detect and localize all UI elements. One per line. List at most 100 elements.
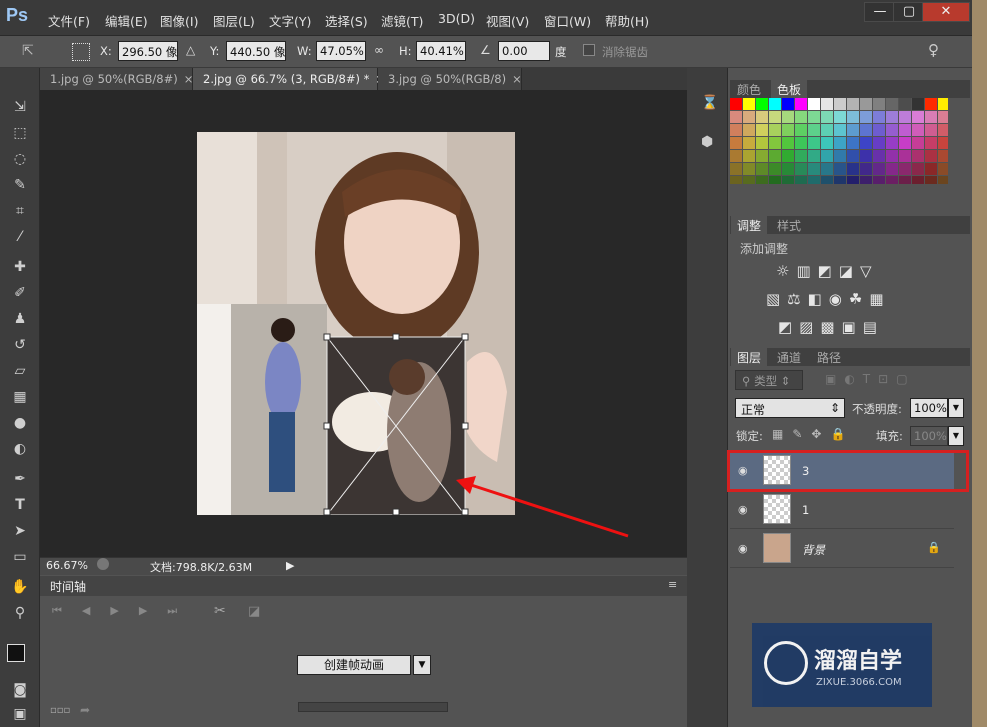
swatch[interactable] bbox=[886, 111, 898, 123]
x-field[interactable]: 296.50 像 bbox=[118, 41, 178, 61]
swatch[interactable] bbox=[821, 111, 833, 123]
layer-row-background[interactable]: ◉ 背景 🔒 bbox=[730, 530, 954, 568]
swatch[interactable] bbox=[782, 150, 794, 162]
swatch[interactable] bbox=[743, 137, 755, 149]
swatch[interactable] bbox=[756, 176, 768, 188]
swatch[interactable] bbox=[756, 137, 768, 149]
swatch[interactable] bbox=[860, 137, 872, 149]
angle-field[interactable]: 0.00 bbox=[498, 41, 550, 61]
lock-icons[interactable]: ▦✎✥🔒 bbox=[772, 427, 854, 441]
swatch[interactable] bbox=[782, 124, 794, 136]
swatch[interactable] bbox=[821, 124, 833, 136]
swatch[interactable] bbox=[873, 98, 885, 110]
swatch[interactable] bbox=[834, 98, 846, 110]
swatch[interactable] bbox=[912, 150, 924, 162]
layer-filter-icons[interactable]: ▣◐T⊡▢ bbox=[825, 372, 916, 386]
swatch[interactable] bbox=[769, 150, 781, 162]
swatch[interactable] bbox=[912, 137, 924, 149]
stamp-tool-icon[interactable]: ♟ bbox=[9, 310, 31, 328]
screen-mode-icon[interactable]: ▣ bbox=[9, 705, 31, 723]
swatch[interactable] bbox=[743, 124, 755, 136]
swatch[interactable] bbox=[834, 137, 846, 149]
quick-select-tool-icon[interactable]: ✎ bbox=[9, 176, 31, 194]
swatch[interactable] bbox=[938, 111, 950, 123]
swatch[interactable] bbox=[756, 98, 768, 110]
swatch[interactable] bbox=[782, 111, 794, 123]
eyedropper-tool-icon[interactable]: ⁄ bbox=[9, 228, 31, 246]
swatch[interactable] bbox=[938, 163, 950, 175]
tab-channels[interactable]: 通道 bbox=[771, 348, 807, 366]
swatch[interactable] bbox=[743, 98, 755, 110]
adjustment-icons-row1[interactable]: ☼▥◩◪▽ bbox=[776, 262, 879, 280]
transition-icon[interactable]: ◪ bbox=[248, 604, 260, 619]
status-menu-arrow-icon[interactable]: ▶ bbox=[286, 559, 294, 572]
swatch[interactable] bbox=[860, 176, 872, 188]
healing-brush-icon[interactable]: ✚ bbox=[9, 258, 31, 276]
scissors-icon[interactable]: ✂ bbox=[214, 603, 226, 619]
swatch[interactable] bbox=[795, 176, 807, 188]
menu-window[interactable]: 窗口(W) bbox=[544, 11, 591, 30]
zoom-tool-icon[interactable]: ⚲ bbox=[9, 604, 31, 622]
create-frame-animation-button[interactable]: 创建帧动画 bbox=[297, 655, 411, 675]
menu-help[interactable]: 帮助(H) bbox=[605, 11, 649, 30]
swatch[interactable] bbox=[873, 111, 885, 123]
pen-tool-icon[interactable]: ✒ bbox=[9, 470, 31, 488]
chevron-down-icon[interactable]: ▼ bbox=[948, 426, 964, 446]
swatch[interactable] bbox=[847, 137, 859, 149]
layer-name[interactable]: 背景 bbox=[802, 542, 825, 558]
swatch[interactable] bbox=[782, 137, 794, 149]
swatch[interactable] bbox=[730, 163, 742, 175]
menu-layer[interactable]: 图层(L) bbox=[213, 11, 255, 30]
swatch[interactable] bbox=[899, 124, 911, 136]
swatch[interactable] bbox=[847, 124, 859, 136]
swatch[interactable] bbox=[782, 176, 794, 188]
swatch-grid[interactable] bbox=[730, 98, 950, 188]
tab-adjustments[interactable]: 调整 bbox=[731, 216, 768, 234]
adjustment-icons-row3[interactable]: ◩▨▩▣▤ bbox=[778, 318, 884, 336]
history-panel-icon[interactable]: ⌛ bbox=[701, 95, 718, 111]
menu-select[interactable]: 选择(S) bbox=[325, 11, 368, 30]
blend-mode-select[interactable]: 正常 ⇕ bbox=[735, 398, 845, 418]
frames-icon[interactable]: ▫▫▫ bbox=[50, 705, 70, 716]
chevron-down-icon[interactable]: ▼ bbox=[413, 655, 431, 675]
swatch[interactable] bbox=[743, 111, 755, 123]
swatch[interactable] bbox=[821, 176, 833, 188]
menu-type[interactable]: 文字(Y) bbox=[269, 11, 311, 30]
swatch[interactable] bbox=[808, 124, 820, 136]
convert-icon[interactable]: ➦ bbox=[80, 703, 90, 717]
opacity-field[interactable]: 100% bbox=[910, 398, 948, 418]
minimize-button[interactable]: — bbox=[864, 2, 896, 22]
menu-3d[interactable]: 3D(D) bbox=[438, 11, 475, 26]
close-button[interactable]: ✕ bbox=[922, 2, 970, 22]
swatch[interactable] bbox=[769, 137, 781, 149]
tab-color[interactable]: 颜色 bbox=[731, 80, 767, 98]
swatch[interactable] bbox=[912, 98, 924, 110]
swatch[interactable] bbox=[795, 137, 807, 149]
swatch[interactable] bbox=[912, 163, 924, 175]
close-icon[interactable]: × bbox=[512, 72, 522, 86]
swatch[interactable] bbox=[938, 176, 950, 188]
swatch[interactable] bbox=[873, 137, 885, 149]
menu-image[interactable]: 图像(I) bbox=[160, 11, 198, 30]
swatch[interactable] bbox=[821, 150, 833, 162]
swatch[interactable] bbox=[769, 98, 781, 110]
reference-point-icon[interactable] bbox=[72, 43, 90, 61]
swatch[interactable] bbox=[808, 150, 820, 162]
playback-controls[interactable]: ⏮◀▶▶⏭ bbox=[52, 604, 197, 618]
workspace-icon[interactable]: ♀ bbox=[928, 41, 939, 59]
menu-edit[interactable]: 编辑(E) bbox=[105, 11, 148, 30]
swatch[interactable] bbox=[899, 176, 911, 188]
brush-tool-icon[interactable]: ✐ bbox=[9, 284, 31, 302]
swatch[interactable] bbox=[834, 176, 846, 188]
maximize-button[interactable]: ▢ bbox=[893, 2, 925, 22]
blur-tool-icon[interactable]: ● bbox=[9, 414, 31, 432]
swatch[interactable] bbox=[886, 150, 898, 162]
swatch[interactable] bbox=[899, 163, 911, 175]
swatch[interactable] bbox=[938, 150, 950, 162]
swatch[interactable] bbox=[821, 98, 833, 110]
document-canvas[interactable] bbox=[197, 132, 515, 515]
swatch[interactable] bbox=[782, 98, 794, 110]
h-field[interactable]: 40.41% bbox=[416, 41, 466, 61]
chevron-down-icon[interactable]: ▼ bbox=[948, 398, 964, 418]
move-tool-icon[interactable]: ⇲ bbox=[9, 98, 31, 116]
